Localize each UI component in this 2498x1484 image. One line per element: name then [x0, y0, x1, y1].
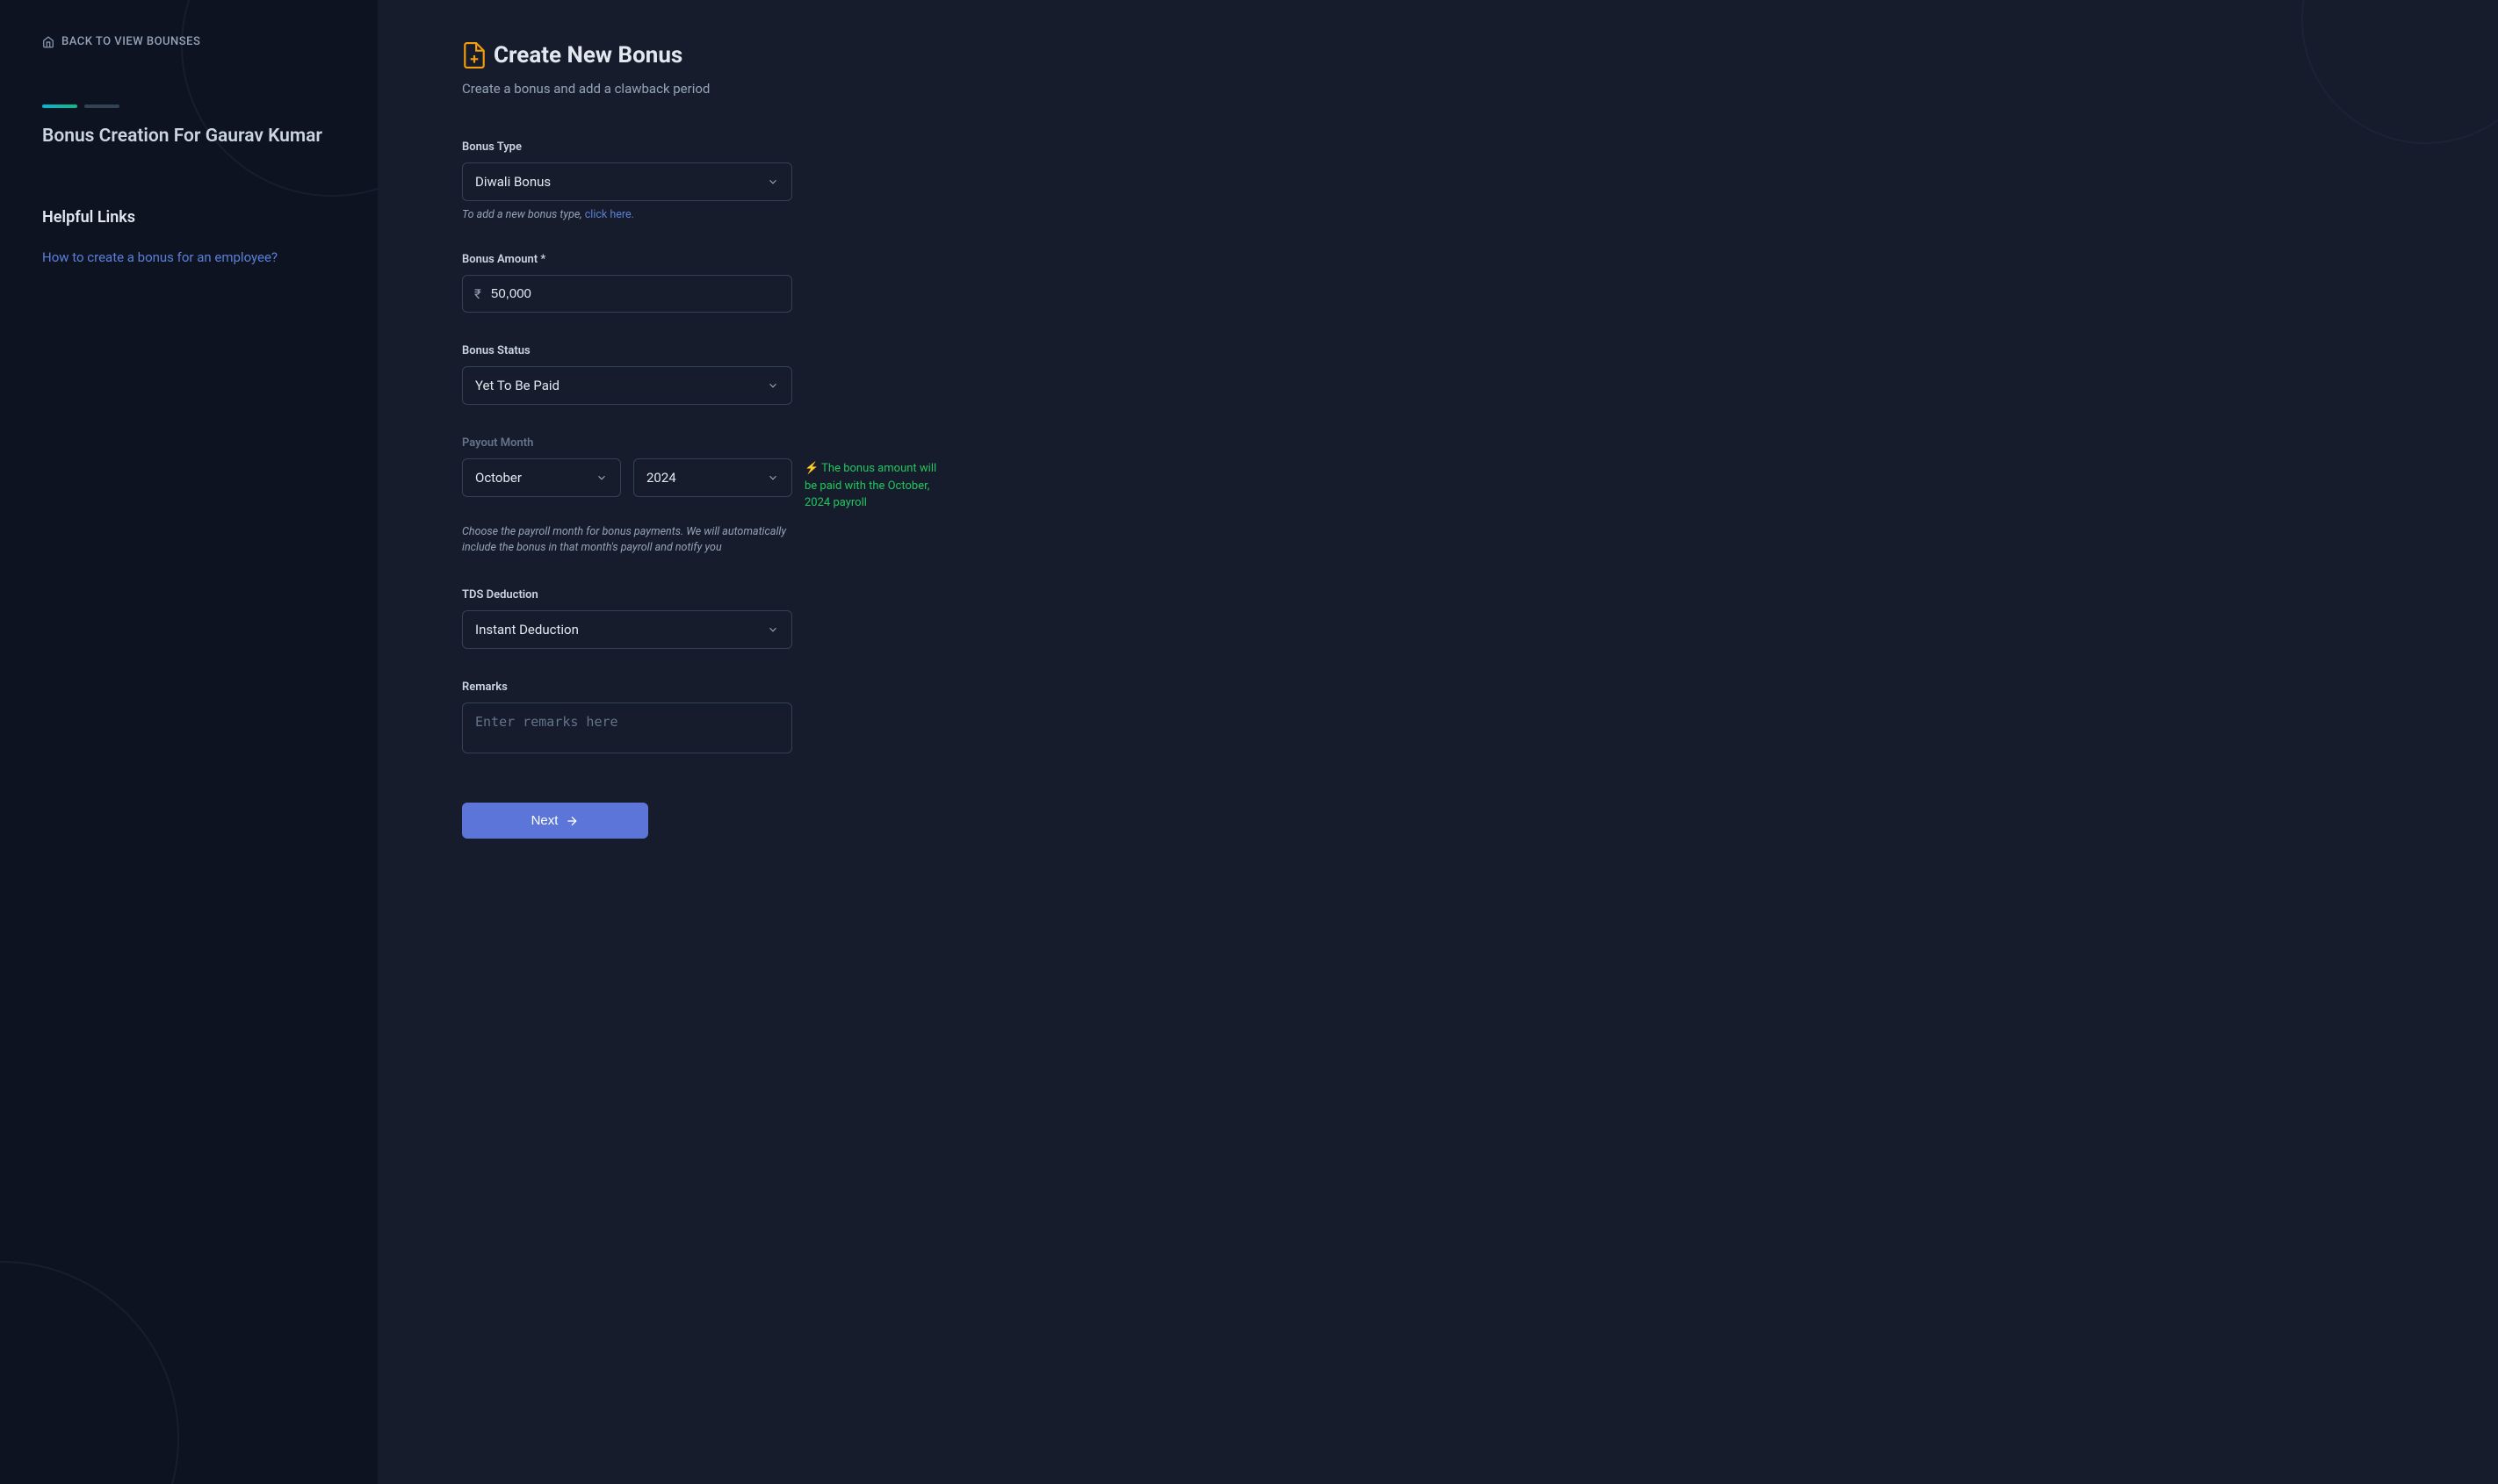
tds-deduction-group: TDS Deduction Instant Deduction — [462, 588, 2414, 649]
payout-month-label: Payout Month — [462, 436, 2414, 450]
bonus-amount-group: Bonus Amount * ₹ — [462, 253, 2414, 313]
bonus-type-helper: To add a new bonus type, click here. — [462, 208, 2414, 221]
chevron-down-icon — [767, 623, 779, 636]
main-content: Create New Bonus Create a bonus and add … — [378, 0, 2498, 1484]
add-bonus-type-link[interactable]: click here. — [585, 208, 634, 221]
chevron-down-icon — [767, 472, 779, 484]
payout-month-value: October — [475, 470, 522, 486]
payout-helper: Choose the payroll month for bonus payme… — [462, 524, 792, 558]
bonus-type-value: Diwali Bonus — [475, 174, 551, 190]
bonus-amount-input[interactable] — [462, 275, 792, 313]
step-1 — [42, 104, 77, 108]
remarks-input[interactable] — [462, 702, 792, 753]
bonus-type-select[interactable]: Diwali Bonus — [462, 162, 792, 201]
chevron-down-icon — [596, 472, 608, 484]
bonus-type-label: Bonus Type — [462, 140, 2414, 154]
next-button-label: Next — [531, 813, 559, 828]
tds-deduction-select[interactable]: Instant Deduction — [462, 610, 792, 649]
sidebar: BACK TO VIEW BOUNSES Bonus Creation For … — [0, 0, 378, 1484]
next-button[interactable]: Next — [462, 803, 648, 839]
arrow-right-icon — [565, 814, 579, 828]
home-icon — [42, 36, 54, 48]
payout-year-value: 2024 — [646, 470, 676, 486]
bonus-status-label: Bonus Status — [462, 344, 2414, 357]
remarks-group: Remarks — [462, 681, 2414, 757]
back-label: BACK TO VIEW BOUNSES — [61, 35, 200, 48]
chevron-down-icon — [767, 176, 779, 188]
back-to-bonuses-link[interactable]: BACK TO VIEW BOUNSES — [42, 35, 336, 48]
bonus-status-group: Bonus Status Yet To Be Paid — [462, 344, 2414, 405]
remarks-label: Remarks — [462, 681, 2414, 694]
page-subtitle: Create a bonus and add a clawback period — [462, 81, 2414, 97]
step-2 — [84, 104, 119, 108]
helpful-links-section: Helpful Links How to create a bonus for … — [42, 208, 336, 265]
page-title: Create New Bonus — [494, 42, 682, 68]
page-header: Create New Bonus — [462, 42, 2414, 68]
payout-month-select[interactable]: October — [462, 458, 621, 497]
payout-year-select[interactable]: 2024 — [633, 458, 792, 497]
bonus-form: Bonus Type Diwali Bonus To add a new bon… — [462, 140, 2414, 839]
sidebar-title: Bonus Creation For Gaurav Kumar — [42, 126, 336, 147]
chevron-down-icon — [767, 379, 779, 392]
tds-deduction-value: Instant Deduction — [475, 622, 579, 638]
bonus-status-select[interactable]: Yet To Be Paid — [462, 366, 792, 405]
progress-steps — [42, 104, 336, 108]
payout-note: ⚡ The bonus amount will be paid with the… — [805, 460, 945, 512]
payout-month-group: Payout Month October 2024 — [462, 436, 2414, 557]
helpful-links-title: Helpful Links — [42, 208, 336, 227]
bonus-amount-label: Bonus Amount * — [462, 253, 2414, 266]
currency-symbol: ₹ — [474, 286, 481, 302]
bonus-status-value: Yet To Be Paid — [475, 378, 560, 393]
helpful-link-how-to-create[interactable]: How to create a bonus for an employee? — [42, 249, 336, 265]
bonus-type-group: Bonus Type Diwali Bonus To add a new bon… — [462, 140, 2414, 221]
tds-deduction-label: TDS Deduction — [462, 588, 2414, 602]
document-plus-icon — [462, 42, 487, 68]
